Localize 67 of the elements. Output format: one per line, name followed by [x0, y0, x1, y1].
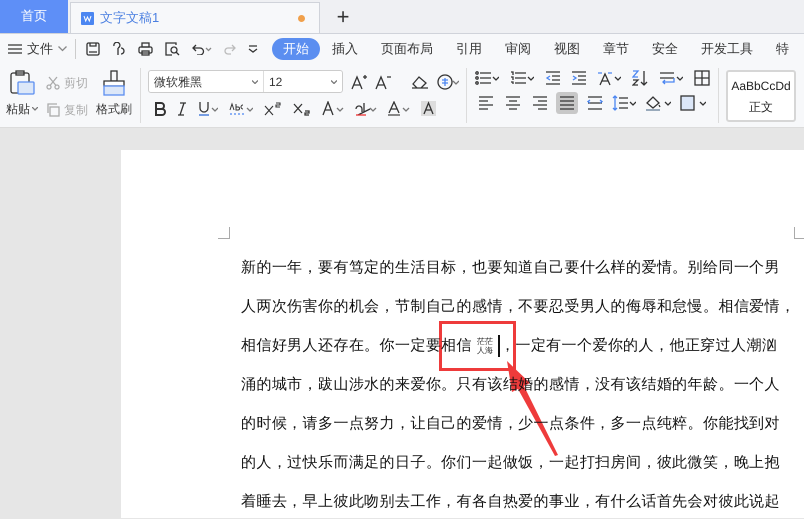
text-line: ，一定有一个爱你的人，他正穿过人潮汹: [500, 336, 778, 356]
paint-brush-icon: [101, 70, 127, 96]
italic-icon[interactable]: [177, 102, 187, 116]
text-direction-icon[interactable]: [597, 70, 621, 86]
ribbon-tab[interactable]: 插入: [321, 38, 369, 60]
ribbon-tab[interactable]: 引用: [445, 38, 493, 60]
ribbon-tab[interactable]: 章节: [592, 38, 640, 60]
text-line: 新的一年，要有笃定的生活目标，也要知道自己要什么样的爱情。别给同一个男: [241, 258, 780, 278]
save-icon[interactable]: [86, 42, 100, 56]
text-line: 的人，过快乐而满足的日子。你们一起做饭，一起打扫房间，彼此微笑，晚上抱: [241, 453, 780, 473]
style-name: 正文: [749, 98, 773, 116]
ribbon-tab[interactable]: 特: [765, 38, 800, 60]
distributed-icon[interactable]: [587, 96, 603, 110]
cut-icon: [46, 76, 60, 90]
ribbon-tab[interactable]: 视图: [543, 38, 591, 60]
line-spacing-icon[interactable]: [612, 95, 636, 111]
print-icon[interactable]: [138, 42, 153, 56]
text-line: 着睡去，早上彼此吻别去工作，有各自热爱的事业，有什么话首先会对彼此说起: [241, 492, 780, 512]
character-shading-icon[interactable]: [421, 101, 436, 116]
eraser-icon[interactable]: [411, 74, 429, 88]
paste-button[interactable]: 粘贴: [6, 70, 38, 118]
dropdown-icon: [32, 107, 38, 111]
style-sample: AaBbCcDd: [731, 78, 791, 94]
menu-icon: [8, 44, 22, 54]
underline-icon[interactable]: [198, 101, 218, 116]
combined-character: 茫茫 人海: [476, 337, 494, 355]
ribbon-tab[interactable]: 页面布局: [370, 38, 444, 60]
decrease-font-icon[interactable]: [375, 74, 391, 90]
shading-icon[interactable]: [645, 95, 671, 111]
bullet-list-icon[interactable]: [475, 71, 499, 85]
text-effect-icon[interactable]: [322, 101, 344, 116]
font-color-icon[interactable]: [388, 101, 410, 116]
bold-icon[interactable]: [154, 102, 166, 116]
ribbon-tab[interactable]: 安全: [641, 38, 689, 60]
chevron-down-icon: [58, 46, 67, 52]
ribbon-tab[interactable]: 开发工具: [690, 38, 764, 60]
margin-mark: [794, 227, 804, 239]
align-center-icon[interactable]: [505, 95, 521, 111]
justify-icon[interactable]: [559, 95, 575, 111]
document-icon: [81, 12, 94, 24]
margin-mark: [218, 227, 230, 239]
document-tab[interactable]: 文字文稿1: [70, 2, 320, 33]
phonetic-icon[interactable]: [437, 74, 459, 90]
increase-indent-icon[interactable]: [571, 71, 586, 85]
decrease-indent-icon[interactable]: [545, 71, 560, 85]
format-painter-button[interactable]: 格式刷: [96, 70, 132, 118]
increase-font-icon[interactable]: [351, 74, 367, 90]
ribbon-tab[interactable]: 审阅: [494, 38, 542, 60]
align-left-icon[interactable]: [478, 95, 494, 111]
table-borders-icon[interactable]: [694, 70, 710, 86]
line-break-icon[interactable]: [659, 71, 683, 85]
style-preview[interactable]: AaBbCcDd 正文: [726, 70, 796, 122]
subscript-icon[interactable]: [293, 102, 311, 116]
numbered-list-icon[interactable]: [510, 71, 534, 85]
borders-icon[interactable]: [680, 95, 706, 111]
customize-icon[interactable]: [248, 45, 258, 53]
tab-title: 文字文稿1: [100, 9, 160, 28]
new-tab-button[interactable]: +: [320, 0, 366, 33]
print-preview-icon[interactable]: [165, 42, 180, 56]
sort-icon[interactable]: [632, 70, 648, 86]
undo-icon[interactable]: [192, 43, 212, 55]
superscript-icon[interactable]: [264, 102, 282, 116]
copy-icon: [46, 103, 60, 117]
align-right-icon[interactable]: [532, 95, 548, 111]
file-menu[interactable]: 文件: [8, 39, 76, 59]
clipboard-icon: [9, 70, 35, 96]
text-line: 人两次伤害你的机会，节制自己的感情，不要忍受男人的侮辱和怠慢。相信爱情，: [241, 297, 796, 317]
